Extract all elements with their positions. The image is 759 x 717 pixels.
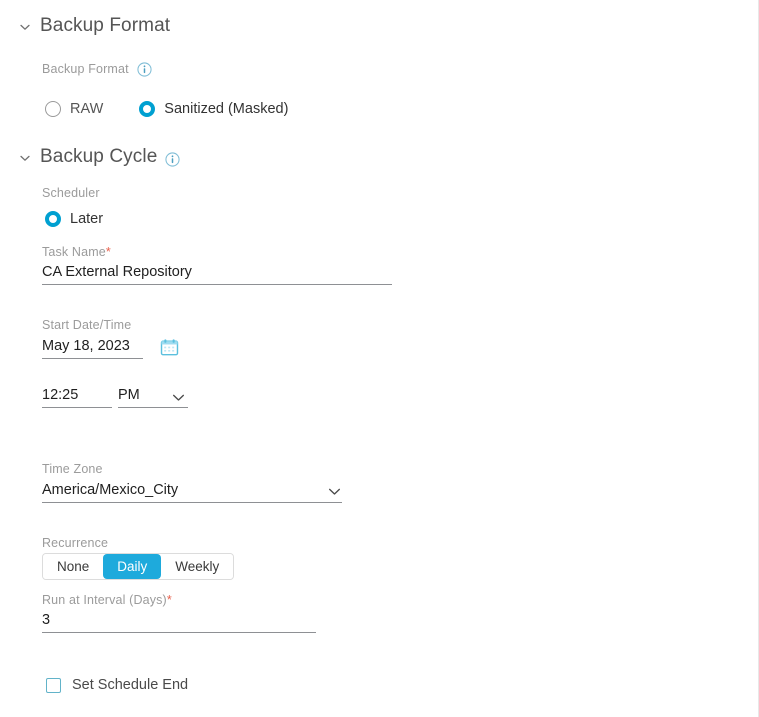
task-name-required-marker: *	[105, 245, 111, 259]
section-title-backup-cycle: Backup Cycle	[40, 146, 158, 167]
backup-settings-panel: Backup Format Backup Format RAW Sanitize…	[0, 0, 759, 717]
backup-format-field-label-row: Backup Format	[42, 61, 152, 77]
task-name-label-row: Task Name *	[42, 245, 111, 259]
chevron-down-icon[interactable]	[18, 151, 32, 165]
run-at-interval-input[interactable]	[42, 612, 316, 633]
recurrence-option-daily-label: Daily	[117, 559, 148, 574]
recurrence-label: Recurrence	[42, 536, 109, 550]
task-name-input[interactable]	[42, 264, 392, 285]
scheduler-radio-group[interactable]: Later	[45, 211, 103, 227]
section-header-backup-cycle[interactable]: Backup Cycle	[18, 146, 180, 168]
chevron-down-icon[interactable]	[327, 484, 342, 499]
time-zone-label: Time Zone	[42, 462, 103, 476]
run-at-interval-label: Run at Interval (Days)	[42, 593, 167, 607]
meridiem-value: PM	[118, 387, 140, 403]
radio-label-later: Later	[70, 211, 104, 227]
recurrence-button-group[interactable]: None Daily Weekly	[42, 553, 235, 580]
set-schedule-end-row[interactable]: Set Schedule End	[46, 677, 188, 693]
radio-option-sanitized[interactable]: Sanitized (Masked)	[139, 101, 288, 117]
scheduler-label: Scheduler	[42, 186, 100, 200]
recurrence-option-none-label: None	[57, 559, 90, 574]
radio-indicator-raw[interactable]	[45, 101, 61, 117]
backup-format-label: Backup Format	[42, 61, 129, 76]
calendar-icon[interactable]	[160, 338, 179, 357]
radio-option-raw[interactable]: RAW	[45, 101, 103, 117]
section-title-backup-format: Backup Format	[40, 15, 171, 36]
time-zone-select[interactable]: America/Mexico_City	[42, 482, 342, 503]
recurrence-option-weekly[interactable]: Weekly	[161, 554, 234, 579]
chevron-down-icon[interactable]	[18, 20, 32, 34]
radio-label-sanitized: Sanitized (Masked)	[164, 101, 289, 117]
radio-option-later[interactable]: Later	[45, 211, 103, 227]
start-date-time-label: Start Date/Time	[42, 318, 132, 332]
run-at-interval-required-marker: *	[166, 593, 172, 607]
run-at-interval-label-row: Run at Interval (Days) *	[42, 593, 172, 607]
info-icon[interactable]	[165, 151, 180, 167]
radio-indicator-sanitized[interactable]	[139, 101, 156, 117]
section-header-backup-format[interactable]: Backup Format	[18, 15, 170, 37]
radio-label-raw: RAW	[70, 101, 104, 117]
set-schedule-end-label: Set Schedule End	[72, 677, 189, 693]
chevron-down-icon[interactable]	[171, 390, 186, 405]
time-zone-value: America/Mexico_City	[42, 482, 179, 498]
recurrence-option-weekly-label: Weekly	[175, 559, 220, 574]
recurrence-option-daily[interactable]: Daily	[103, 554, 162, 579]
backup-format-radio-group[interactable]: RAW Sanitized (Masked)	[45, 101, 288, 117]
task-name-label: Task Name	[42, 245, 106, 259]
recurrence-option-none[interactable]: None	[43, 554, 104, 579]
start-time-input[interactable]	[42, 387, 112, 408]
start-date-input[interactable]	[42, 338, 143, 359]
info-icon[interactable]	[137, 62, 152, 77]
set-schedule-end-checkbox[interactable]	[46, 677, 61, 693]
radio-indicator-later[interactable]	[45, 211, 61, 227]
